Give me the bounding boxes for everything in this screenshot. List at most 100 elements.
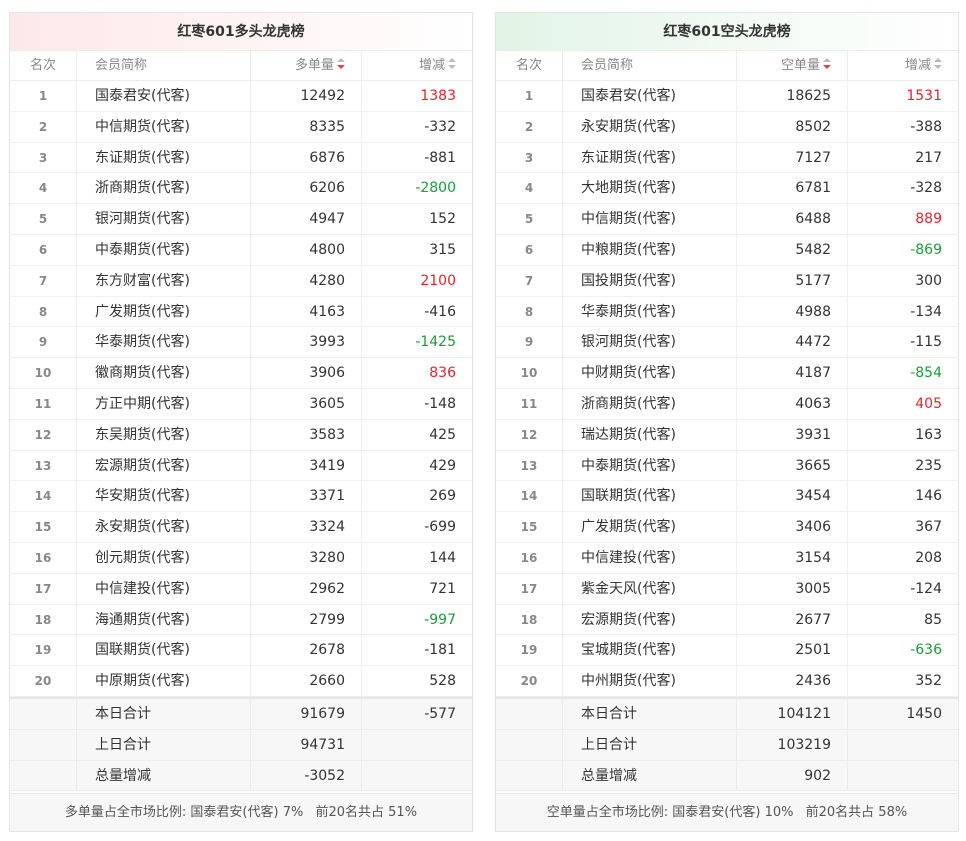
table-summary: 本日合计 104121 1450 上日合计 103219 总量增减 902 [496,696,958,792]
header-member-name: 会员简称 [76,51,250,81]
table-row[interactable]: 4 浙商期货(代客) 6206 -2800 [10,173,472,205]
table-row[interactable]: 2 中信期货(代客) 8335 -332 [10,111,472,143]
member-name-cell: 中信建投(代客) [76,573,250,604]
change-cell: 528 [361,666,472,696]
rank-cell: 13 [520,458,538,473]
rank-cell: 14 [520,489,538,504]
table-row[interactable]: 3 东证期货(代客) 7127 217 [496,142,958,174]
table-row[interactable]: 12 东吴期货(代客) 3583 425 [10,419,472,451]
table-row[interactable]: 20 中原期货(代客) 2660 528 [10,666,472,697]
sort-caret-icon[interactable] [337,58,345,70]
summary-volume: 94731 [250,729,361,760]
sort-caret-icon[interactable] [934,58,942,70]
table-row[interactable]: 3 东证期货(代客) 6876 -881 [10,142,472,174]
table-row[interactable]: 7 国投期货(代客) 5177 300 [496,265,958,297]
change-cell: -1425 [361,327,472,358]
volume-cell: 3280 [250,542,361,573]
rank-cell: 13 [34,458,52,473]
rank-cell: 14 [34,489,52,504]
sort-caret-icon[interactable] [448,58,456,70]
rank-cell: 2 [524,119,534,134]
table-row[interactable]: 4 大地期货(代客) 6781 -328 [496,173,958,205]
volume-cell: 3583 [250,419,361,450]
volume-cell: 3419 [250,450,361,481]
table-row[interactable]: 6 中粮期货(代客) 5482 -869 [496,234,958,266]
table-row[interactable]: 14 国联期货(代客) 3454 146 [496,481,958,513]
summary-row: 上日合计 94731 [10,729,472,761]
member-name-cell: 浙商期货(代客) [76,173,250,204]
member-name-cell: 中泰期货(代客) [562,450,736,481]
volume-cell: 3906 [250,358,361,388]
table-row[interactable]: 12 瑞达期货(代客) 3931 163 [496,419,958,451]
table-row[interactable]: 1 国泰君安(代客) 18625 1531 [496,81,958,112]
rank-cell: 3 [38,150,48,165]
member-name-cell: 宝城期货(代客) [562,635,736,666]
table-row[interactable]: 8 广发期货(代客) 4163 -416 [10,296,472,328]
member-name-cell: 华安期货(代客) [76,481,250,512]
header-long-volume-label: 多单量 [294,58,334,73]
table-row[interactable]: 2 永安期货(代客) 8502 -388 [496,111,958,143]
table-row[interactable]: 19 宝城期货(代客) 2501 -636 [496,635,958,667]
table-row[interactable]: 15 永安期货(代客) 3324 -699 [10,512,472,543]
header-member-name: 会员简称 [562,51,736,81]
table-row[interactable]: 11 方正中期(代客) 3605 -148 [10,388,472,420]
change-cell: 367 [847,512,958,542]
volume-cell: 8502 [736,111,847,142]
member-name-cell: 东吴期货(代客) [76,419,250,450]
member-name-cell: 银河期货(代客) [562,327,736,358]
member-name-cell: 东证期货(代客) [562,142,736,173]
volume-cell: 4063 [736,388,847,419]
member-name-cell: 中信建投(代客) [562,542,736,573]
member-name-cell: 国泰君安(代客) [562,81,736,111]
volume-cell: 2501 [736,635,847,666]
change-cell: 315 [361,234,472,265]
change-cell: 269 [361,481,472,512]
top20-share-text: 前20名共占 51% [315,805,418,820]
table-row[interactable]: 14 华安期货(代客) 3371 269 [10,481,472,513]
sort-caret-icon[interactable] [823,58,831,70]
volume-cell: 4947 [250,204,361,234]
rank-cell: 1 [38,89,48,103]
change-cell: -134 [847,296,958,327]
table-row[interactable]: 5 银河期货(代客) 4947 152 [10,204,472,235]
rank-cell: 16 [520,550,538,565]
table-row[interactable]: 6 中泰期货(代客) 4800 315 [10,234,472,266]
table-row[interactable]: 16 中信建投(代客) 3154 208 [496,542,958,574]
header-change[interactable]: 增减 [361,51,472,81]
header-long-volume[interactable]: 多单量 [250,51,361,81]
summary-volume: 104121 [736,698,847,729]
market-share-text: 空单量占全市场比例: 国泰君安(代客) 10% [546,805,794,820]
rank-cell: 10 [34,366,52,381]
table-row[interactable]: 19 国联期货(代客) 2678 -181 [10,635,472,667]
table-row[interactable]: 10 中财期货(代客) 4187 -854 [496,358,958,389]
table-row[interactable]: 15 广发期货(代客) 3406 367 [496,512,958,543]
table-row[interactable]: 10 徽商期货(代客) 3906 836 [10,358,472,389]
table-row[interactable]: 1 国泰君安(代客) 12492 1383 [10,81,472,112]
volume-cell: 6488 [736,204,847,234]
table-row[interactable]: 18 海通期货(代客) 2799 -997 [10,604,472,636]
change-cell: 163 [847,419,958,450]
top20-share-text: 前20名共占 58% [805,805,908,820]
summary-row: 总量增减 -3052 [10,760,472,792]
table-row[interactable]: 9 华泰期货(代客) 3993 -1425 [10,327,472,359]
table-row[interactable]: 17 中信建投(代客) 2962 721 [10,573,472,605]
table-row[interactable]: 5 中信期货(代客) 6488 889 [496,204,958,235]
table-row[interactable]: 17 紫金天风(代客) 3005 -124 [496,573,958,605]
table-row[interactable]: 11 浙商期货(代客) 4063 405 [496,388,958,420]
table-row[interactable]: 16 创元期货(代客) 3280 144 [10,542,472,574]
table-row[interactable]: 9 银河期货(代客) 4472 -115 [496,327,958,359]
member-name-cell: 永安期货(代客) [76,512,250,542]
table-row[interactable]: 18 宏源期货(代客) 2677 85 [496,604,958,636]
table-row[interactable]: 20 中州期货(代客) 2436 352 [496,666,958,697]
member-name-cell: 中州期货(代客) [562,666,736,696]
change-cell: 1531 [847,81,958,111]
header-change[interactable]: 增减 [847,51,958,81]
table-row[interactable]: 13 宏源期货(代客) 3419 429 [10,450,472,482]
table-row[interactable]: 7 东方财富(代客) 4280 2100 [10,265,472,297]
table-row[interactable]: 13 中泰期货(代客) 3665 235 [496,450,958,482]
change-cell: -854 [847,358,958,388]
summary-label: 上日合计 [76,729,250,760]
volume-cell: 3931 [736,419,847,450]
header-short-volume[interactable]: 空单量 [736,51,847,81]
table-row[interactable]: 8 华泰期货(代客) 4988 -134 [496,296,958,328]
